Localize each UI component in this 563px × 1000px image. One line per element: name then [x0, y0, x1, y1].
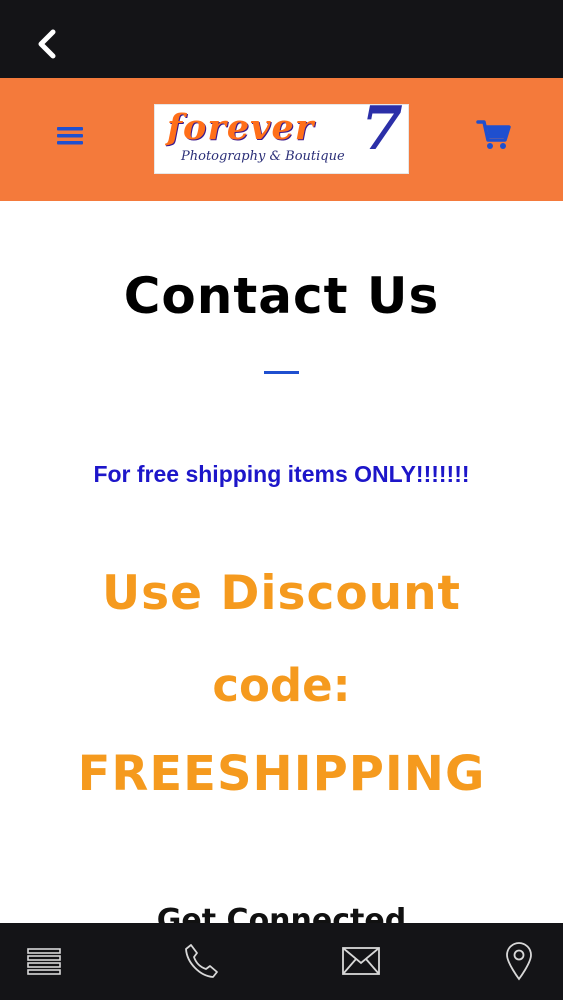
- shopping-cart-icon: [476, 120, 511, 149]
- list-icon: [27, 948, 61, 975]
- nav-email-button[interactable]: [341, 941, 381, 981]
- chevron-left-icon: [38, 29, 56, 59]
- phone-icon: [185, 944, 218, 978]
- logo-tagline: Photography & Boutique: [181, 149, 345, 164]
- title-divider: [264, 371, 299, 374]
- promo-line-1: Use Discount: [101, 566, 461, 621]
- nav-location-button[interactable]: [499, 941, 539, 981]
- back-button[interactable]: [32, 26, 62, 62]
- shipping-note: For free shipping items ONLY!!!!!!!: [93, 461, 470, 487]
- hamburger-icon: [57, 127, 83, 145]
- promo-line-2: code:: [212, 659, 351, 712]
- nav-menu-button[interactable]: [24, 941, 64, 981]
- logo-wordmark: forever: [167, 107, 315, 148]
- nav-call-button[interactable]: [181, 941, 221, 981]
- page-content: Contact Us For free shipping items ONLY!…: [0, 201, 563, 923]
- location-pin-icon: [506, 942, 532, 981]
- cart-button[interactable]: [476, 118, 512, 152]
- promo-code: FREESHIPPING: [77, 746, 486, 802]
- menu-button[interactable]: [54, 122, 86, 150]
- app-header: forever 7 Photography & Boutique: [0, 78, 563, 201]
- page-title: Contact Us: [123, 267, 440, 325]
- get-connected-heading: Get Connected: [156, 903, 407, 923]
- bottom-navigation: [0, 923, 563, 1000]
- logo-numeral: 7: [361, 104, 403, 164]
- brand-logo[interactable]: forever 7 Photography & Boutique: [154, 104, 409, 174]
- mail-icon: [342, 947, 380, 975]
- top-bar: [0, 0, 563, 78]
